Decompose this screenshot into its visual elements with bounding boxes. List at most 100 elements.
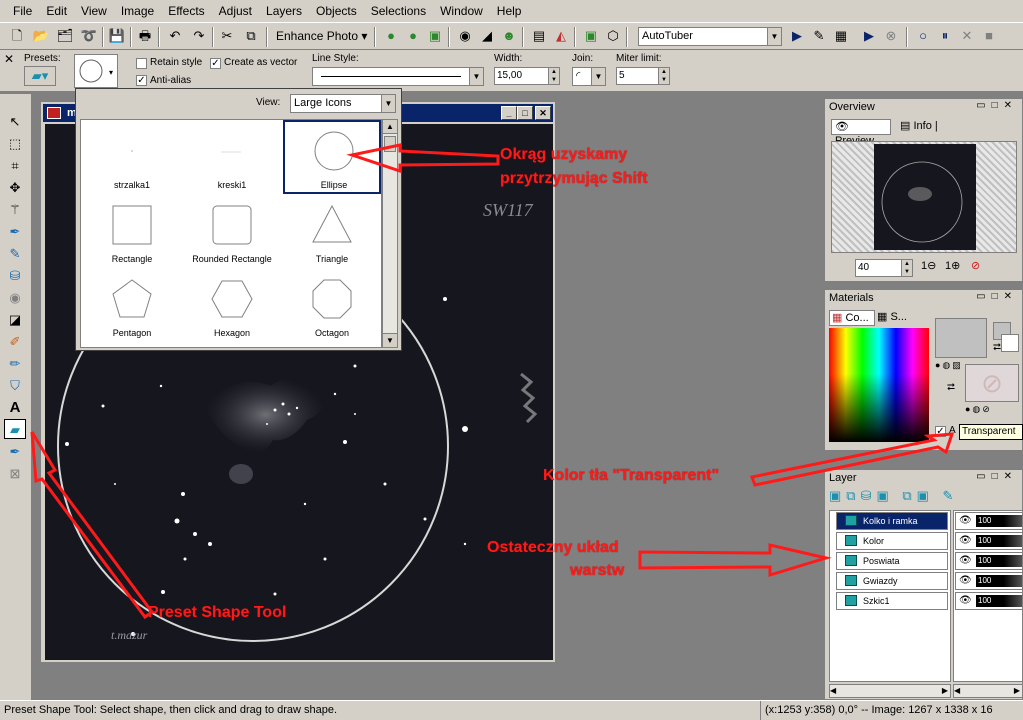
browse-icon[interactable]: 🗂 bbox=[56, 27, 74, 45]
color-spectrum[interactable] bbox=[829, 328, 929, 442]
paint-brush-icon[interactable]: ✎ bbox=[4, 244, 26, 264]
print-icon[interactable]: 🖶 bbox=[136, 27, 154, 45]
retain-style-checkbox[interactable] bbox=[136, 58, 147, 69]
save-icon[interactable]: 💾 bbox=[108, 27, 126, 45]
redo-icon[interactable]: ↷ bbox=[190, 27, 208, 45]
menu-file[interactable]: File bbox=[6, 0, 39, 22]
minimize-button[interactable]: _ bbox=[501, 106, 517, 120]
open-icon[interactable]: 📂 bbox=[32, 27, 50, 45]
cancel-record-icon[interactable]: ✕ bbox=[958, 27, 976, 45]
swap-materials-icon[interactable]: ⮂ bbox=[947, 382, 955, 393]
shape-grid-scrollbar[interactable]: ▲ ▼ bbox=[382, 119, 398, 348]
menu-selections[interactable]: Selections bbox=[364, 0, 433, 22]
gradient-icon[interactable]: ◭ bbox=[552, 27, 570, 45]
text-tool-icon[interactable]: A bbox=[4, 398, 26, 418]
miter-limit-input[interactable]: 5 ▲ ▼ bbox=[616, 67, 670, 85]
close-window-button[interactable]: ✕ bbox=[535, 106, 551, 120]
line-style-select[interactable]: ▼ bbox=[312, 67, 484, 86]
layer-toolbar[interactable]: ▣⧉⛁▣ ⧉▣ ✎ bbox=[829, 488, 1019, 508]
new-file-icon[interactable]: 🗋 bbox=[8, 27, 26, 45]
move-tool-icon[interactable]: ✥ bbox=[4, 178, 26, 198]
selection-tool-icon[interactable]: ⬚ bbox=[4, 134, 26, 154]
layer-opacity[interactable]: 👁 100 bbox=[955, 512, 1023, 530]
hue-icon[interactable]: ☻ bbox=[500, 27, 518, 45]
scan-icon[interactable]: ➰ bbox=[80, 27, 98, 45]
magic-wand-icon[interactable]: ⚚ bbox=[4, 200, 26, 220]
shape-rectangle[interactable]: Rectangle bbox=[83, 196, 181, 270]
script-output-icon[interactable]: ▦ bbox=[832, 27, 850, 45]
preset-shape-tool-icon[interactable]: ▰ bbox=[4, 419, 26, 439]
zoom-reset-icon[interactable]: ⊘ bbox=[971, 259, 980, 272]
menu-edit[interactable]: Edit bbox=[39, 0, 74, 22]
lighten-tool-icon[interactable]: ◪ bbox=[4, 310, 26, 330]
menu-window[interactable]: Window bbox=[433, 0, 490, 22]
bg-style-buttons[interactable]: ●◍⊘ bbox=[965, 404, 1021, 418]
script-select[interactable]: AutoTuber ▼ bbox=[638, 27, 782, 46]
shape-ellipse[interactable]: Ellipse bbox=[283, 120, 381, 194]
stop-script-icon[interactable]: ⊗ bbox=[882, 27, 900, 45]
layer-list-scrollbar[interactable]: ◀ ▶ bbox=[829, 684, 951, 698]
all-tools-checkbox[interactable]: ✓ bbox=[935, 426, 946, 437]
close-options-icon[interactable]: ✕ bbox=[4, 52, 14, 66]
undo-icon[interactable]: ↶ bbox=[166, 27, 184, 45]
small-bg-swatch[interactable] bbox=[1001, 334, 1019, 352]
tab-preview[interactable]: 👁 Preview bbox=[831, 119, 891, 147]
menu-view[interactable]: View bbox=[74, 0, 114, 22]
shape-pentagon[interactable]: Pentagon bbox=[83, 270, 181, 344]
enhance-photo-button[interactable]: Enhance Photo ▾ bbox=[276, 27, 372, 46]
menu-help[interactable]: Help bbox=[490, 0, 529, 22]
presets-button[interactable]: ▰▾ bbox=[24, 66, 56, 86]
layer-opacity[interactable]: 👁 100 bbox=[955, 552, 1023, 570]
zoom-in-icon[interactable]: 1⊕ bbox=[945, 259, 960, 272]
menu-objects[interactable]: Objects bbox=[309, 0, 364, 22]
layer-row-gwiazdy[interactable]: Gwiazdy bbox=[836, 572, 948, 590]
create-vector-checkbox[interactable]: ✓ bbox=[210, 58, 221, 69]
overview-preview[interactable] bbox=[831, 141, 1017, 253]
materials-panel-buttons[interactable]: ▭□✕ bbox=[976, 291, 1018, 302]
tab-info[interactable]: ▤ Info | bbox=[897, 119, 949, 135]
fade-correction-icon[interactable]: ◉ bbox=[456, 27, 474, 45]
crop-tool-icon[interactable]: ⌗ bbox=[4, 156, 26, 176]
red-eye-icon[interactable]: ● bbox=[382, 27, 400, 45]
shape-hexagon[interactable]: Hexagon bbox=[183, 270, 281, 344]
tab-swatches[interactable]: ▦ S... bbox=[875, 310, 919, 326]
edit-script-icon[interactable]: ✎ bbox=[810, 27, 828, 45]
eye-icon[interactable]: 👁 bbox=[959, 573, 972, 589]
dodge-tool-icon[interactable]: ◉ bbox=[4, 288, 26, 308]
eraser-tool-icon[interactable]: ✐ bbox=[4, 332, 26, 352]
clone-brush-icon[interactable]: ⛁ bbox=[4, 266, 26, 286]
menu-adjust[interactable]: Adjust bbox=[212, 0, 259, 22]
cut-icon[interactable]: ✂ bbox=[218, 27, 236, 45]
join-select[interactable]: ◜ ▼ bbox=[572, 67, 606, 86]
image-icon[interactable]: ▣ bbox=[582, 27, 600, 45]
menu-layers[interactable]: Layers bbox=[259, 0, 309, 22]
record-icon[interactable]: ○ bbox=[914, 27, 932, 45]
picture-tube-icon[interactable]: ✏ bbox=[4, 354, 26, 374]
shape-kreski1[interactable]: kreski1 bbox=[183, 122, 281, 196]
layer-row-szkic1[interactable]: Szkic1 bbox=[836, 592, 948, 610]
shape-picker-button[interactable]: ▾ bbox=[74, 54, 118, 88]
copy-icon[interactable]: ⧉ bbox=[242, 27, 260, 45]
flood-fill-icon[interactable]: ⛉ bbox=[4, 376, 26, 396]
layer-row-kolko-i-ramka[interactable]: Kolko i ramka bbox=[836, 512, 948, 530]
eye-icon[interactable]: 👁 bbox=[959, 553, 972, 569]
background-swatch-transparent[interactable]: ⊘ bbox=[965, 364, 1019, 402]
eye-icon[interactable]: 👁 bbox=[959, 593, 972, 609]
maximize-button[interactable]: □ bbox=[517, 106, 533, 120]
zoom-input[interactable]: 40 ▲ ▼ bbox=[855, 259, 913, 277]
overview-panel-buttons[interactable]: ▭□✕ bbox=[976, 100, 1018, 111]
layer-row-kolor[interactable]: Kolor bbox=[836, 532, 948, 550]
tab-color[interactable]: ▦ Co... bbox=[829, 310, 875, 326]
layers-panel-buttons[interactable]: ▭□✕ bbox=[976, 471, 1018, 482]
eye-icon[interactable]: 👁 bbox=[959, 513, 972, 529]
anti-alias-checkbox[interactable]: ✓ bbox=[136, 75, 147, 86]
histogram-icon[interactable]: ◢ bbox=[478, 27, 496, 45]
eye-icon[interactable]: 👁 bbox=[959, 533, 972, 549]
pick-tool-icon[interactable]: ↖ bbox=[4, 112, 26, 132]
dropper-tool-icon[interactable]: ✒ bbox=[4, 222, 26, 242]
view-select[interactable]: Large Icons ▼ bbox=[290, 94, 396, 113]
cube-icon[interactable]: ⬡ bbox=[604, 27, 622, 45]
layer-opacity[interactable]: 👁 100 bbox=[955, 532, 1023, 550]
save-record-icon[interactable]: ■ bbox=[980, 27, 998, 45]
layer-opacity[interactable]: 👁 100 bbox=[955, 592, 1023, 610]
